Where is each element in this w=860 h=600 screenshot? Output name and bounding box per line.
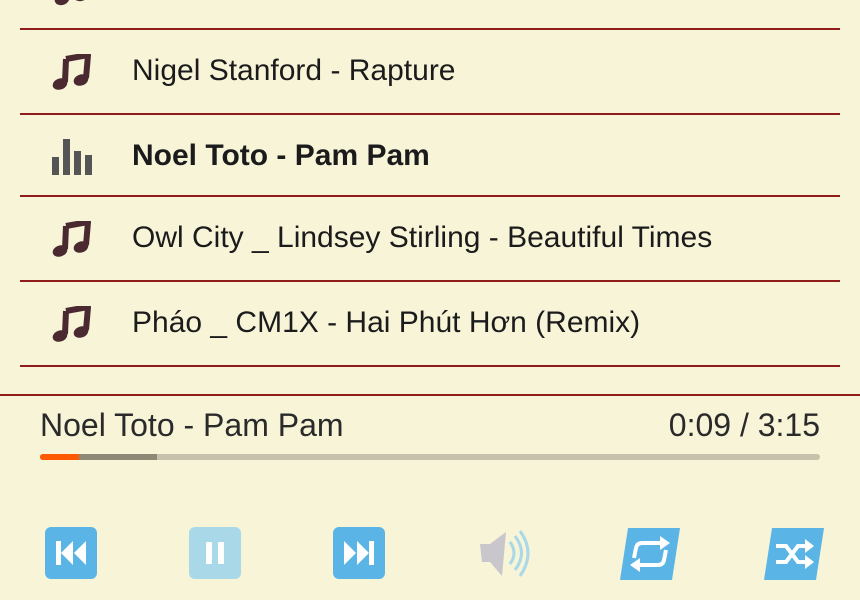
playlist-item[interactable]: Nigel Stanford - Rapture (20, 30, 840, 115)
music-note-icon (50, 52, 94, 90)
shuffle-button[interactable] (762, 526, 824, 582)
track-title: Pháo _ CM1X - Hai Phút Hơn (Remix) (132, 306, 641, 339)
track-title: Owl City _ Lindsey Stirling - Beautiful … (132, 221, 713, 254)
skip-next-icon (333, 527, 385, 579)
playlist-item[interactable]: Owl City _ Lindsey Stirling - Beautiful … (20, 197, 840, 282)
equalizer-icon (50, 139, 94, 175)
now-playing-title: Noel Toto - Pam Pam (40, 407, 344, 443)
skip-previous-icon (45, 527, 97, 579)
previous-button[interactable] (44, 526, 100, 582)
playlist-item-active[interactable]: Noel Toto - Pam Pam (20, 115, 840, 197)
track-title: Noel Toto - Pam Pam (132, 139, 430, 172)
music-note-icon (50, 0, 94, 6)
volume-button[interactable] (476, 526, 532, 582)
pause-button[interactable] (188, 526, 244, 582)
playlist-item[interactable]: … (20, 0, 840, 30)
playlist-item[interactable]: Pháo _ CM1X - Hai Phút Hơn (Remix) (20, 282, 840, 367)
track-title: … (132, 0, 162, 28)
playback-time: 0:09 / 3:15 (668, 407, 820, 443)
repeat-button[interactable] (618, 526, 680, 582)
track-title: Nigel Stanford - Rapture (132, 54, 456, 87)
pause-icon (189, 527, 241, 579)
volume-icon (480, 530, 530, 577)
next-button[interactable] (332, 526, 388, 582)
progress-bar[interactable] (40, 454, 820, 460)
music-note-icon (50, 304, 94, 342)
player-divider (0, 394, 860, 396)
music-note-icon (50, 219, 94, 257)
progress-played (40, 454, 79, 460)
playlist: … Nigel Stanford - Rapture Noel Toto - P… (20, 0, 840, 367)
repeat-icon (620, 528, 680, 580)
shuffle-icon (764, 528, 824, 580)
